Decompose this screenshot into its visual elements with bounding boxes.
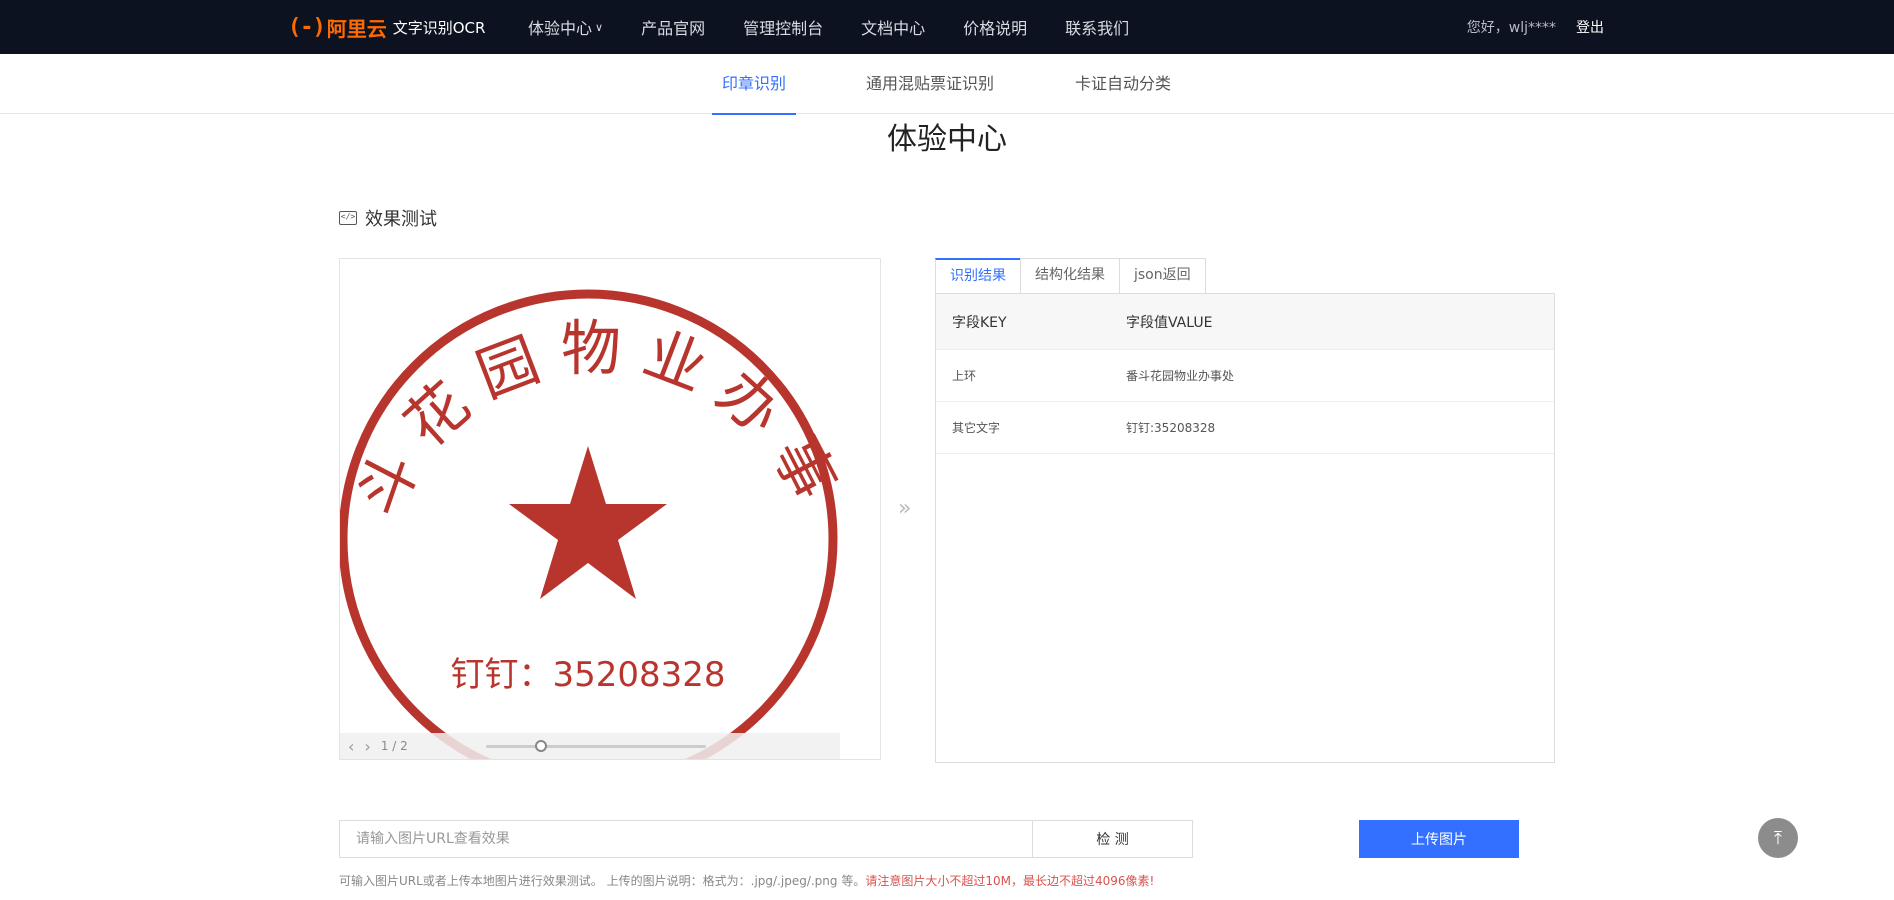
image-url-input[interactable] [340, 821, 1032, 857]
chevron-down-icon: ∨ [595, 20, 604, 34]
tab-seal-recognition[interactable]: 印章识别 [711, 54, 797, 115]
user-greeting: 您好，wlj**** [1466, 20, 1556, 36]
aliyun-logo[interactable]: (-) 阿里云 文字识别OCR [288, 12, 485, 42]
row-value: 番斗花园物业办事处 [1126, 369, 1235, 383]
upload-note: 可输入图片URL或者上传本地图片进行效果测试。 上传的图片说明：格式为：.jpg… [339, 872, 1154, 889]
upload-note-text: 可输入图片URL或者上传本地图片进行效果测试。 上传的图片说明：格式为：.jpg… [339, 874, 866, 888]
upload-note-warning: 请注意图片大小不超过10M，最长边不超过4096像素! [865, 874, 1155, 888]
row-key: 其它文字 [952, 421, 1001, 435]
prev-arrow-icon[interactable]: ‹ [348, 737, 354, 756]
nav-label: 产品官网 [641, 19, 706, 38]
sub-nav: 印章识别 通用混贴票证识别 卡证自动分类 [0, 54, 1894, 115]
result-panel: 识别结果 结构化结果 json返回 字段KEY 字段值VALUE 上环 番斗花园… [935, 258, 1555, 763]
main-nav: 体验中心 ∨ 产品官网 管理控制台 文档中心 价格说明 联系我们 [528, 0, 1167, 54]
next-arrow-icon[interactable]: › [364, 737, 370, 756]
section-header: </> 效果测试 [339, 205, 437, 231]
page-title: 体验中心 [887, 122, 1007, 157]
nav-label: 联系我们 [1065, 19, 1130, 38]
section-title: 效果测试 [365, 209, 437, 230]
result-table: 字段KEY 字段值VALUE 上环 番斗花园物业办事处 其它文字 钉钉:3520… [935, 293, 1555, 763]
top-navbar: (-) 阿里云 文字识别OCR 体验中心 ∨ 产品官网 管理控制台 文档中心 价… [0, 0, 1894, 54]
nav-item-docs[interactable]: 文档中心 [861, 15, 925, 39]
user-area: 您好，wlj**** 登出 [1467, 0, 1604, 54]
double-chevron-right-icon: » [898, 496, 912, 521]
code-icon: </> [339, 211, 357, 225]
tab-structured-result[interactable]: 结构化结果 [1020, 258, 1120, 293]
url-bar: 检 测 [339, 820, 1193, 858]
tab-mixed-receipt-recognition[interactable]: 通用混贴票证识别 [866, 54, 994, 114]
logo-product-name: 文字识别OCR [392, 18, 486, 37]
nav-item-console[interactable]: 管理控制台 [743, 15, 823, 39]
table-header: 字段KEY 字段值VALUE [936, 294, 1554, 350]
result-tabs: 识别结果 结构化结果 json返回 [935, 258, 1555, 293]
table-row: 其它文字 钉钉:35208328 [936, 402, 1554, 454]
upload-image-button[interactable]: 上传图片 [1359, 820, 1519, 858]
nav-item-product-site[interactable]: 产品官网 [641, 15, 705, 39]
seal-image: 番斗花园物业办事处 钉钉：35208328 [340, 259, 839, 759]
tab-recognition-result[interactable]: 识别结果 [935, 258, 1021, 293]
detect-button[interactable]: 检 测 [1032, 821, 1192, 857]
header-key: 字段KEY [952, 314, 1007, 331]
tab-card-auto-classify[interactable]: 卡证自动分类 [1075, 54, 1171, 114]
nav-label: 管理控制台 [743, 19, 824, 38]
nav-item-contact[interactable]: 联系我们 [1065, 15, 1129, 39]
page-indicator: 1 / 2 [380, 739, 408, 753]
seal-bottom-text: 钉钉：35208328 [450, 655, 725, 695]
row-key: 上环 [952, 369, 977, 383]
logo-brand-name: 阿里云 [326, 16, 387, 41]
zoom-slider[interactable] [486, 740, 706, 752]
nav-label: 文档中心 [861, 19, 926, 38]
row-value: 钉钉:35208328 [1126, 421, 1216, 435]
star-icon [509, 446, 667, 599]
back-to-top-button[interactable]: ⤒ [1758, 818, 1798, 858]
tab-json-result[interactable]: json返回 [1119, 258, 1206, 293]
nav-label: 体验中心 [528, 19, 593, 38]
logo-mark: (-) [288, 14, 326, 40]
table-row: 上环 番斗花园物业办事处 [936, 350, 1554, 402]
header-value: 字段值VALUE [1126, 314, 1213, 331]
image-preview: 番斗花园物业办事处 钉钉：35208328 ‹ › 1 / 2 [339, 258, 881, 760]
nav-item-pricing[interactable]: 价格说明 [963, 15, 1027, 39]
slider-knob[interactable] [535, 740, 547, 752]
logout-link[interactable]: 登出 [1576, 17, 1604, 37]
nav-label: 价格说明 [963, 19, 1028, 38]
nav-item-experience-center[interactable]: 体验中心 ∨ [528, 15, 603, 39]
image-pager: ‹ › 1 / 2 [340, 733, 840, 759]
arrow-up-bar-icon: ⤒ [1774, 827, 1782, 849]
